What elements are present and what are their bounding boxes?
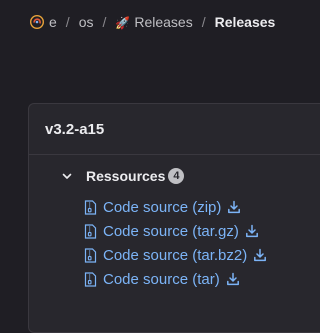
asset-link-tar[interactable]: Code source (tar) (103, 271, 220, 288)
download-icon[interactable] (227, 200, 241, 214)
breadcrumb-separator: / (201, 14, 206, 30)
chevron-down-icon (62, 173, 72, 179)
breadcrumb-separator: / (102, 14, 107, 30)
asset-item: Code source (tar.bz2) (84, 243, 267, 267)
breadcrumb-releases-link[interactable]: 🚀 Releases (115, 14, 192, 30)
rocket-icon: 🚀 (115, 16, 131, 30)
breadcrumb-current: Releases (214, 14, 276, 30)
download-icon[interactable] (253, 248, 267, 262)
asset-item: Code source (tar) (84, 267, 267, 291)
file-zip-icon (84, 199, 97, 215)
release-card: v3.2-a15 Ressources 4 Code source (zip) (28, 103, 320, 333)
download-icon[interactable] (245, 224, 259, 238)
assets-list: Code source (zip) Code source (tar.gz) C… (84, 195, 267, 291)
file-zip-icon (84, 247, 97, 263)
asset-item: Code source (zip) (84, 195, 267, 219)
project-avatar-icon[interactable] (30, 15, 44, 29)
release-tag-title[interactable]: v3.2-a15 (45, 121, 104, 138)
asset-link-tar-gz[interactable]: Code source (tar.gz) (103, 223, 239, 240)
breadcrumb-separator: / (65, 14, 70, 30)
breadcrumb-releases-label: Releases (134, 14, 193, 30)
assets-toggle-button[interactable]: Ressources 4 (60, 168, 185, 184)
asset-link-zip[interactable]: Code source (zip) (103, 199, 221, 216)
breadcrumb: e / os / 🚀 Releases / Releases (30, 12, 275, 32)
breadcrumb-project[interactable]: e (49, 14, 57, 30)
breadcrumb-group[interactable]: os (79, 14, 94, 30)
assets-count-badge: 4 (168, 168, 185, 184)
download-icon[interactable] (226, 272, 240, 286)
release-header: v3.2-a15 (29, 104, 320, 155)
file-zip-icon (84, 271, 97, 287)
assets-title: Ressources (86, 168, 166, 184)
asset-item: Code source (tar.gz) (84, 219, 267, 243)
asset-link-tar-bz2[interactable]: Code source (tar.bz2) (103, 247, 247, 264)
file-zip-icon (84, 223, 97, 239)
